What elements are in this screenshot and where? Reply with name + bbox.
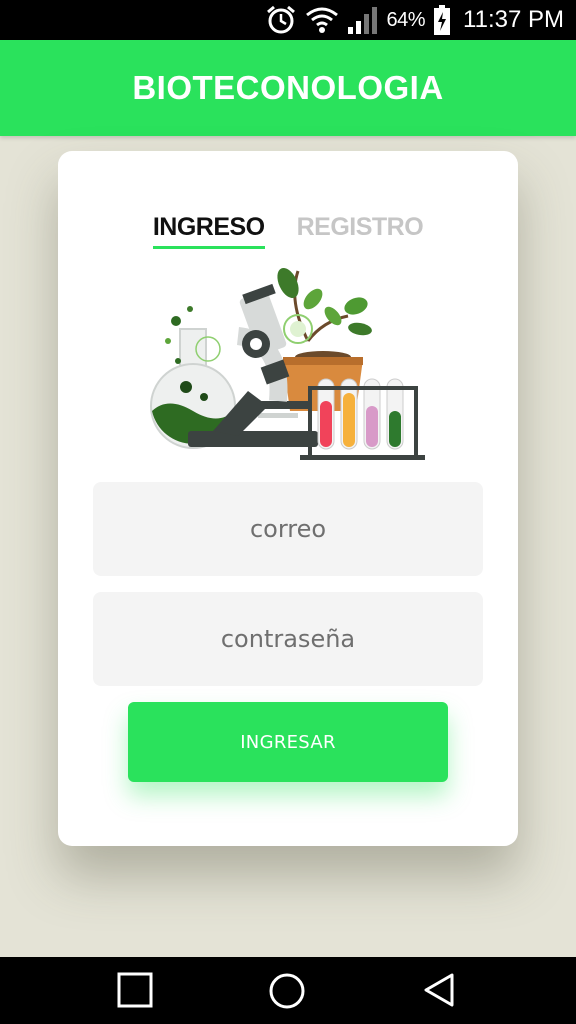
battery-charging-icon [434,5,451,35]
navigation-bar [0,957,576,1024]
alarm-icon [266,5,295,34]
status-bar: 64% 11:37 PM [0,0,576,40]
auth-tabs: INGRESO REGISTRO [58,213,518,249]
password-field[interactable] [93,592,483,686]
email-field[interactable] [93,482,483,576]
battery-percent: 64% [386,8,426,31]
home-icon[interactable] [267,971,307,1011]
signal-icon [347,7,377,34]
test-tubes-icon [300,378,425,460]
biotech-lab-illustration [150,268,425,460]
app-title: BIOTECONOLOGIA [132,69,444,106]
app-bar: BIOTECONOLOGIA [0,40,576,136]
clock: 11:37 PM [463,6,564,33]
recent-apps-icon[interactable] [116,971,154,1009]
login-button[interactable]: INGRESAR [128,702,448,782]
login-card: INGRESO REGISTRO correo INGRESAR [58,151,518,846]
wifi-icon [305,7,338,33]
tab-registro[interactable]: REGISTRO [297,213,424,249]
back-icon[interactable] [420,971,458,1009]
tab-ingreso[interactable]: INGRESO [152,213,265,249]
